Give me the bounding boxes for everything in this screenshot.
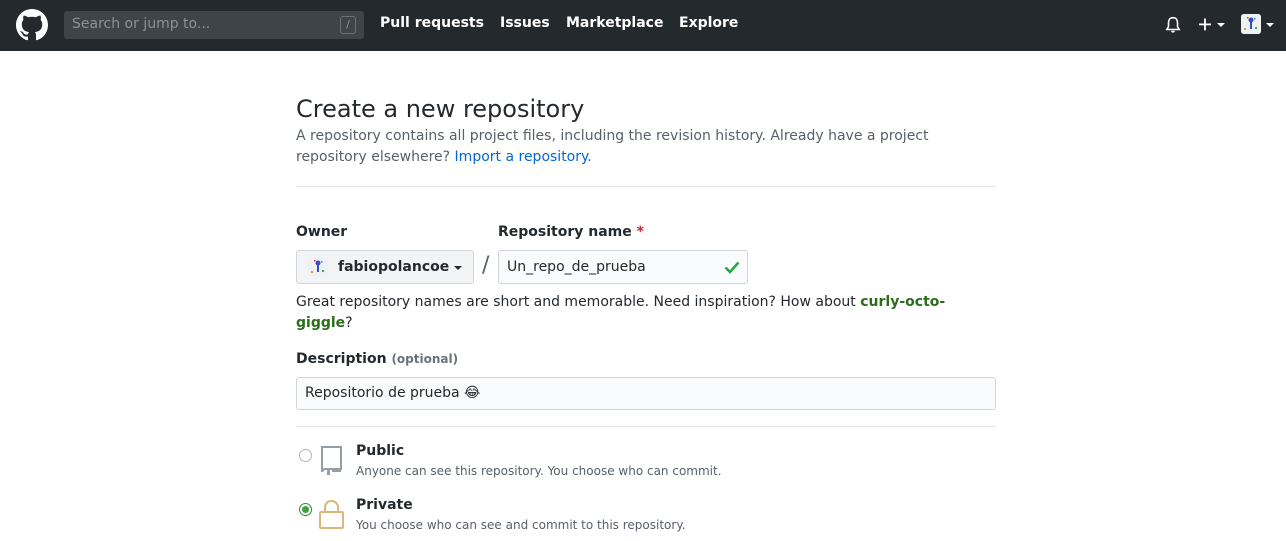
- owner-repo-separator: /: [482, 253, 490, 278]
- repository-name-value: Un_repo_de_prueba: [507, 259, 646, 275]
- nav-pull-requests[interactable]: Pull requests: [380, 15, 484, 31]
- public-option-title[interactable]: Public: [356, 443, 404, 459]
- optional-tag: (optional): [391, 352, 459, 366]
- private-option-desc: You choose who can see and commit to thi…: [356, 518, 686, 532]
- hint-text: Great repository names are short and mem…: [296, 294, 861, 310]
- github-logo-icon[interactable]: [16, 9, 48, 41]
- create-new-plus-icon[interactable]: [1197, 15, 1229, 35]
- description-label-text: Description: [296, 351, 387, 367]
- nav-marketplace[interactable]: Marketplace: [566, 15, 663, 31]
- required-mark: *: [636, 224, 644, 240]
- description-value: Repositorio de prueba 😂: [305, 385, 481, 401]
- header-divider: [296, 186, 996, 187]
- notification-bell-icon[interactable]: [1165, 16, 1181, 34]
- owner-label: Owner: [296, 224, 348, 240]
- search-input[interactable]: Search or jump to... /: [64, 11, 364, 39]
- top-header: Search or jump to... / Pull requests Iss…: [0, 0, 1286, 51]
- repo-name-label-text: Repository name: [498, 224, 632, 240]
- nav-issues[interactable]: Issues: [500, 15, 550, 31]
- private-radio[interactable]: [299, 503, 312, 516]
- search-shortcut-key: /: [340, 16, 356, 34]
- public-radio[interactable]: [299, 449, 312, 462]
- owner-dropdown-caret-icon: [454, 266, 462, 270]
- user-avatar[interactable]: [1241, 14, 1261, 34]
- owner-avatar: [308, 257, 328, 277]
- section-divider: [296, 426, 996, 427]
- owner-select-button[interactable]: fabiopolancoe: [296, 250, 474, 284]
- private-option-title[interactable]: Private: [356, 497, 413, 513]
- repository-name-input[interactable]: Un_repo_de_prueba: [498, 250, 748, 284]
- nav-explore[interactable]: Explore: [679, 15, 738, 31]
- repo-name-hint: Great repository names are short and mem…: [296, 292, 996, 334]
- hint-suffix: ?: [345, 315, 353, 331]
- public-repo-book-icon: [321, 446, 342, 475]
- page-title: Create a new repository: [296, 95, 585, 123]
- subhead-text: A repository contains all project files,…: [296, 128, 929, 165]
- page-subhead: A repository contains all project files,…: [296, 126, 996, 168]
- avatar-dropdown-caret-icon[interactable]: [1266, 23, 1274, 27]
- description-input[interactable]: Repositorio de prueba 😂: [296, 377, 996, 410]
- public-option-desc: Anyone can see this repository. You choo…: [356, 464, 722, 478]
- import-repository-link[interactable]: Import a repository.: [455, 149, 592, 165]
- valid-check-icon: [724, 261, 740, 274]
- private-repo-lock-icon: [319, 499, 344, 529]
- owner-name: fabiopolancoe: [338, 259, 450, 275]
- search-placeholder: Search or jump to...: [72, 16, 211, 32]
- description-label: Description (optional): [296, 351, 458, 367]
- repo-name-label: Repository name *: [498, 224, 644, 240]
